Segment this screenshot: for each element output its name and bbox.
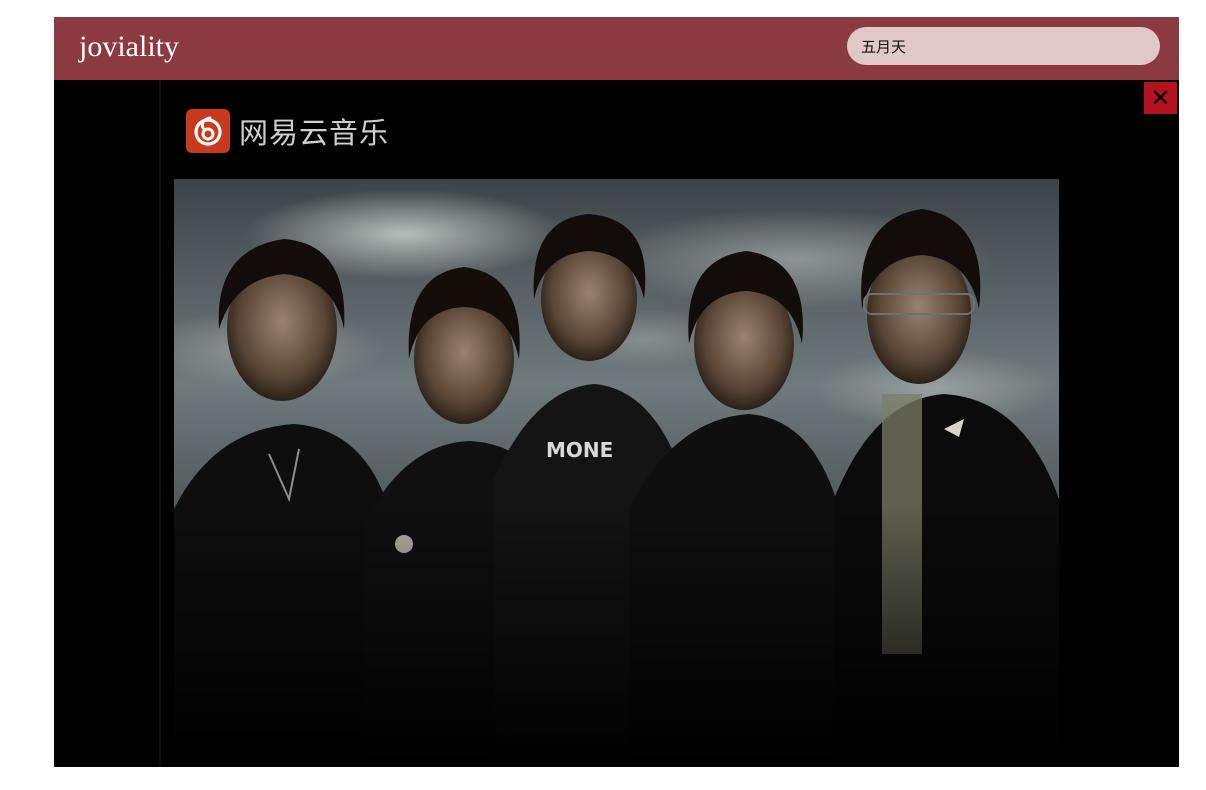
- band-video-still: MONE: [174, 179, 1074, 767]
- app: joviality ✕ 网易云音乐: [54, 17, 1179, 767]
- close-icon: ✕: [1150, 84, 1171, 112]
- video-player[interactable]: ✕ 网易云音乐: [54, 80, 1179, 767]
- watermark-text: 网易云音乐: [239, 116, 390, 150]
- netease-music-logo: [186, 109, 230, 153]
- video-watermark: 网易云音乐: [186, 109, 389, 153]
- video-frame[interactable]: MONE: [174, 179, 1074, 767]
- player-divider: [159, 80, 161, 767]
- search-input[interactable]: [847, 27, 1160, 65]
- brand-logo-text[interactable]: joviality: [79, 27, 179, 67]
- close-button[interactable]: ✕: [1144, 82, 1177, 114]
- header-bar: joviality: [54, 17, 1179, 80]
